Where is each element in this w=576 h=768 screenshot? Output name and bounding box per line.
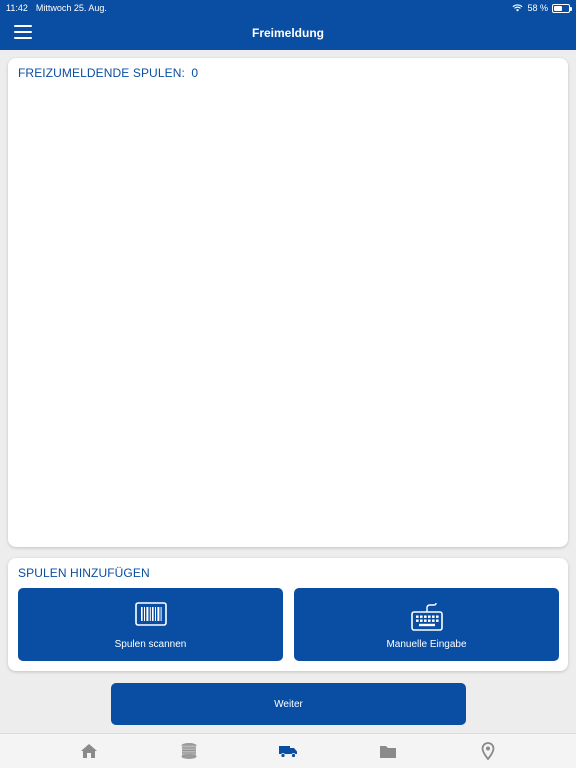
location-pin-icon <box>481 742 495 760</box>
spool-list-heading: FREIZUMELDENDE SPULEN: 0 <box>8 58 568 88</box>
tab-spools[interactable] <box>179 742 199 760</box>
barcode-icon <box>134 602 167 626</box>
folder-icon <box>380 745 396 758</box>
tab-documents[interactable] <box>378 742 398 760</box>
spool-icon <box>181 743 197 759</box>
scan-spools-button[interactable]: Spulen scannen <box>18 588 283 661</box>
add-spools-heading: SPULEN HINZUFÜGEN <box>18 566 150 580</box>
battery-level <box>554 5 562 11</box>
add-spools-card: SPULEN HINZUFÜGEN Spulen scannen Manuell… <box>8 558 568 671</box>
truck-icon <box>279 746 297 758</box>
tab-delivery[interactable] <box>278 742 298 760</box>
status-right: 58 % <box>512 3 572 13</box>
keyboard-icon <box>410 602 443 631</box>
wifi-icon <box>512 4 524 12</box>
scan-spools-label: Spulen scannen <box>114 639 187 650</box>
manual-entry-label: Manuelle Eingabe <box>386 639 467 650</box>
battery-icon <box>552 3 572 13</box>
next-button-label: Weiter <box>274 698 303 710</box>
spool-list-card: FREIZUMELDENDE SPULEN: 0 <box>8 58 568 547</box>
page-title: Freimeldung <box>251 26 324 40</box>
battery-percent: 58 % <box>527 3 548 13</box>
status-date: Mittwoch 25. Aug. <box>35 3 107 13</box>
tab-bar <box>0 733 576 768</box>
spool-count: 0 <box>191 66 199 80</box>
tab-home[interactable] <box>79 742 99 760</box>
home-icon <box>81 744 97 758</box>
status-time: 11:42 <box>6 3 28 13</box>
status-bar: 11:42 Mittwoch 25. Aug. 58 % <box>0 0 576 16</box>
spool-list-heading-label: FREIZUMELDENDE SPULEN: <box>18 66 185 80</box>
tab-location[interactable] <box>478 742 498 760</box>
nav-bar: Freimeldung <box>0 16 576 50</box>
manual-entry-button[interactable]: Manuelle Eingabe <box>294 588 559 661</box>
hamburger-menu-icon[interactable] <box>14 25 32 39</box>
next-button[interactable]: Weiter <box>111 683 466 725</box>
